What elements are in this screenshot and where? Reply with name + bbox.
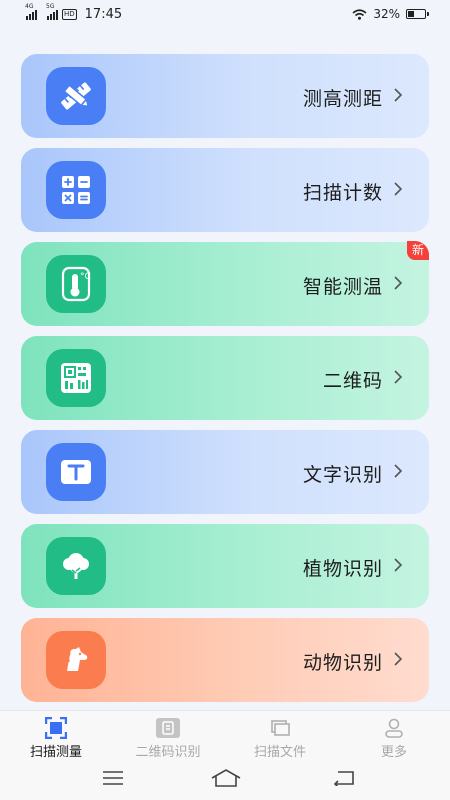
- scan-icon: [45, 717, 67, 739]
- calculator-icon: [46, 161, 106, 219]
- card-label: 文字识别: [302, 464, 383, 486]
- hd-icon: HD: [62, 9, 77, 20]
- menu-icon[interactable]: [102, 770, 124, 786]
- tab-scan-file[interactable]: 扫描文件: [224, 711, 336, 763]
- tree-icon: [46, 537, 106, 595]
- svg-text:°C: °C: [80, 272, 91, 282]
- card-height-distance[interactable]: 测高测距: [21, 54, 429, 138]
- card-text-recognition[interactable]: 文字识别: [21, 430, 429, 514]
- status-right: 32%: [352, 7, 429, 21]
- tab-label: 扫描测量: [29, 745, 82, 760]
- card-scan-count[interactable]: 扫描计数: [21, 148, 429, 232]
- chevron-right-icon: [394, 182, 403, 196]
- status-left: 4G 5G HD 17:45: [25, 3, 123, 22]
- card-label: 动物识别: [302, 652, 383, 674]
- card-label: 二维码: [322, 370, 383, 392]
- chevron-right-icon: [394, 558, 403, 572]
- network-type-1: 4G: [25, 3, 34, 10]
- tab-label: 扫描文件: [253, 745, 306, 760]
- tab-label: 二维码识别: [135, 745, 201, 760]
- chevron-right-icon: [394, 652, 403, 666]
- card-label: 测高测距: [302, 88, 383, 110]
- signal-icon-2: 5G: [46, 3, 58, 20]
- battery-icon: [406, 9, 429, 19]
- back-icon[interactable]: [332, 770, 354, 786]
- chevron-right-icon: [394, 88, 403, 102]
- battery-percent: 32%: [373, 7, 400, 21]
- qr-code-icon: [46, 349, 106, 407]
- thermometer-icon: °C: [46, 255, 106, 313]
- new-badge: 新: [406, 241, 429, 260]
- card-label: 扫描计数: [302, 182, 383, 204]
- chevron-right-icon: [394, 464, 403, 478]
- card-label: 智能测温: [302, 276, 383, 298]
- status-time: 17:45: [84, 7, 123, 22]
- chevron-right-icon: [394, 370, 403, 384]
- card-label: 植物识别: [302, 558, 383, 580]
- text-recognition-icon: [46, 443, 106, 501]
- system-nav-bar: [0, 762, 450, 800]
- network-type-2: 5G: [46, 3, 55, 10]
- profile-icon: [385, 718, 403, 738]
- tab-scan-measure[interactable]: 扫描测量: [0, 711, 112, 763]
- qr-scan-icon: [156, 718, 180, 738]
- card-smart-temperature[interactable]: 新 °C 智能测温: [21, 241, 429, 326]
- signal-icon-1: 4G: [25, 3, 37, 20]
- tab-label: 更多: [380, 745, 407, 760]
- home-icon[interactable]: [210, 768, 242, 788]
- card-animal-recognition[interactable]: 动物识别: [21, 618, 429, 702]
- ruler-pencil-icon: [46, 67, 106, 125]
- chevron-right-icon: [394, 276, 403, 290]
- wifi-icon: [352, 8, 367, 20]
- bottom-tab-bar: 扫描测量 二维码识别 扫描文件 更多: [0, 710, 450, 763]
- dog-icon: [46, 631, 106, 689]
- document-scan-icon: [271, 720, 290, 736]
- tab-more[interactable]: 更多: [338, 711, 450, 763]
- status-bar: 4G 5G HD 17:45 32%: [0, 0, 450, 30]
- card-qr-code[interactable]: 二维码: [21, 336, 429, 420]
- tab-qr-recognition[interactable]: 二维码识别: [112, 711, 224, 763]
- card-plant-recognition[interactable]: 植物识别: [21, 524, 429, 608]
